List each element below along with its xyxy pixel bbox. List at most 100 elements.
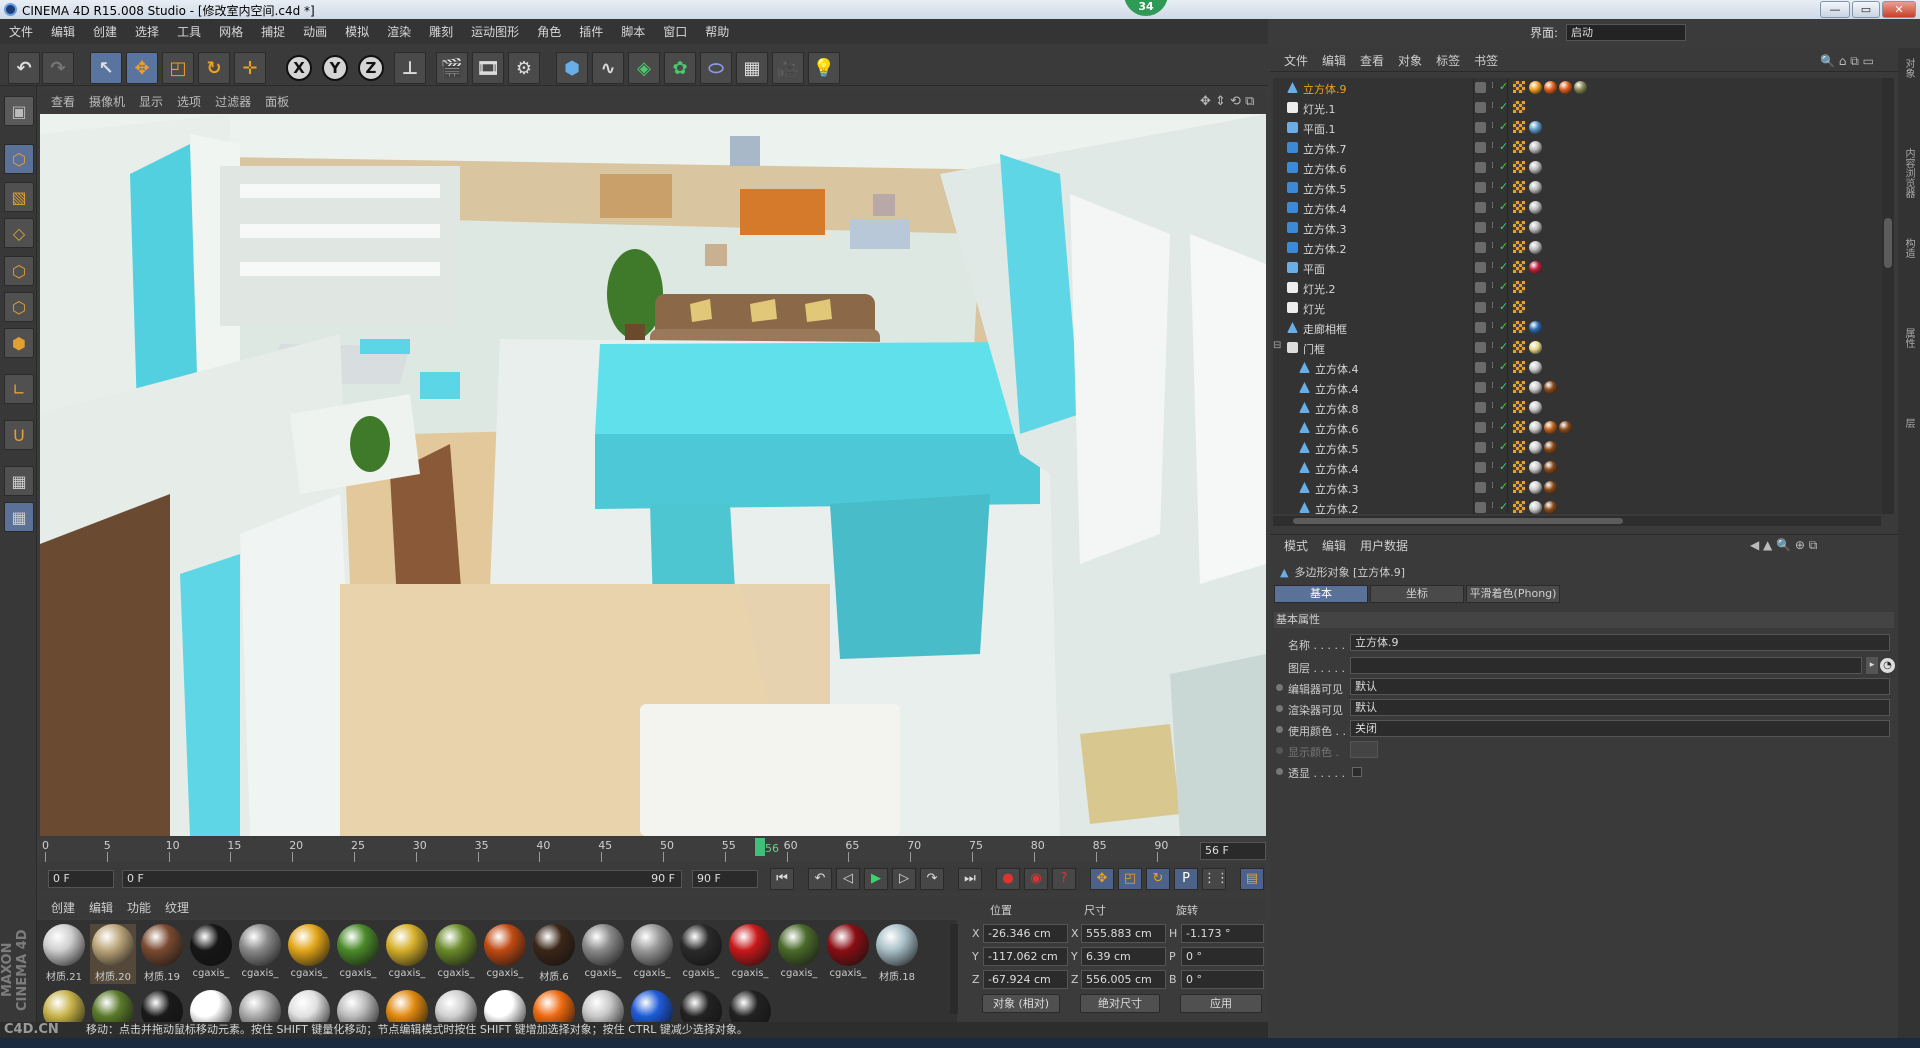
material-scrollbar[interactable] [950, 924, 958, 1014]
material-swatch[interactable]: cgaxis_ [286, 924, 332, 984]
editor-render-dots-icon[interactable]: ⁞ [1491, 141, 1494, 151]
editor-render-dots-icon[interactable]: ⁞ [1491, 401, 1494, 411]
minimize-button[interactable]: — [1820, 1, 1850, 18]
material-tag-icon[interactable] [1529, 261, 1542, 274]
object-row[interactable]: 立方体.4 ⁞ ✓ [1273, 358, 1883, 377]
editor-render-dots-icon[interactable]: ⁞ [1491, 501, 1494, 511]
layer-arrow-icon[interactable]: ▸ [1866, 657, 1878, 674]
material-tag-icon[interactable] [1544, 441, 1557, 454]
layer-visibility-icon[interactable] [1475, 322, 1486, 333]
layer-visibility-icon[interactable] [1475, 502, 1486, 513]
viewport-menu-item[interactable]: 面板 [265, 93, 289, 110]
object-row[interactable]: 立方体.2 ⁞ ✓ [1273, 498, 1883, 514]
editor-render-dots-icon[interactable]: ⁞ [1491, 321, 1494, 331]
layer-visibility-icon[interactable] [1475, 102, 1486, 113]
object-row[interactable]: 走廊相框 ⁞ ✓ [1273, 318, 1883, 337]
phong-tag-icon[interactable] [1513, 161, 1525, 173]
collapse-toggle-icon[interactable]: ⊟ [1273, 340, 1281, 351]
object-row[interactable]: 立方体.6 ⁞ ✓ [1273, 418, 1883, 437]
object-manager-menu-item[interactable]: 编辑 [1322, 52, 1346, 69]
attribute-menu-item[interactable]: 模式 [1284, 537, 1308, 554]
material-tag-icon[interactable] [1544, 481, 1557, 494]
editor-render-dots-icon[interactable]: ⁞ [1491, 241, 1494, 251]
spline-pen-icon[interactable]: ∿ [592, 52, 624, 84]
viewport-menu-item[interactable]: 显示 [139, 93, 163, 110]
material-swatch[interactable]: cgaxis_ [188, 924, 234, 984]
editor-render-dots-icon[interactable]: ⁞ [1491, 341, 1494, 351]
tab-phong[interactable]: 平滑着色(Phong) [1466, 585, 1560, 603]
model-mode-icon[interactable]: ⬡ [4, 144, 34, 174]
redo-icon[interactable]: ↷ [42, 52, 74, 84]
object-manager-menu-item[interactable]: 查看 [1360, 52, 1384, 69]
edges-mode-icon[interactable]: ⬡ [4, 292, 34, 322]
layer-visibility-icon[interactable] [1475, 142, 1486, 153]
points-mode-icon[interactable]: ⬡ [4, 256, 34, 286]
render-settings-icon[interactable]: ⚙ [508, 52, 540, 84]
menu-item[interactable]: 动画 [294, 23, 336, 40]
key-pla-icon[interactable]: ⋮⋮ [1202, 868, 1229, 890]
render-to-picture-viewer-icon[interactable]: 🎞 [472, 52, 504, 84]
menu-item[interactable]: 渲染 [378, 23, 420, 40]
editor-render-dots-icon[interactable]: ⁞ [1491, 421, 1494, 431]
rotation-field[interactable]: 0 ° [1181, 970, 1264, 989]
menu-item[interactable]: 窗口 [654, 23, 696, 40]
layer-field[interactable] [1350, 657, 1862, 674]
snap-icon[interactable]: U [4, 420, 34, 450]
attribute-menu-item[interactable]: 用户数据 [1360, 537, 1408, 554]
layer-visibility-icon[interactable] [1475, 82, 1486, 93]
rotate-icon[interactable]: ↻ [198, 52, 230, 84]
editor-render-dots-icon[interactable]: ⁞ [1491, 381, 1494, 391]
material-swatch[interactable]: 材质.20 [90, 924, 136, 984]
phong-tag-icon[interactable] [1513, 81, 1525, 93]
phong-tag-icon[interactable] [1513, 261, 1525, 273]
phong-tag-icon[interactable] [1513, 221, 1525, 233]
layer-visibility-icon[interactable] [1475, 462, 1486, 473]
menu-item[interactable]: 编辑 [42, 23, 84, 40]
keyframe-selection-icon[interactable]: ? [1052, 868, 1076, 890]
material-swatch[interactable]: cgaxis_ [727, 924, 773, 984]
material-tag-icon[interactable] [1529, 241, 1542, 254]
object-manager-menu-item[interactable]: 对象 [1398, 52, 1422, 69]
material-tag-icon[interactable] [1544, 501, 1557, 514]
position-field[interactable]: -26.346 cm [983, 924, 1068, 943]
menu-item[interactable]: 选择 [126, 23, 168, 40]
viewport-menu-item[interactable]: 选项 [177, 93, 201, 110]
editor-render-dots-icon[interactable]: ⁞ [1491, 201, 1494, 211]
layer-visibility-icon[interactable] [1475, 262, 1486, 273]
rotation-field[interactable]: -1.173 ° [1181, 924, 1264, 943]
side-tab[interactable]: 层 [1902, 418, 1916, 428]
material-menu-item[interactable]: 创建 [51, 899, 75, 916]
phong-tag-icon[interactable] [1513, 421, 1525, 433]
cloner-icon[interactable]: ✿ [664, 52, 696, 84]
object-row[interactable]: 灯光.1 ⁞ ✓ [1273, 98, 1883, 117]
object-name[interactable]: 立方体.4 [1315, 361, 1359, 377]
object-row[interactable]: 立方体.2 ⁞ ✓ [1273, 238, 1883, 257]
object-name[interactable]: 灯光.2 [1303, 281, 1336, 297]
layer-visibility-icon[interactable] [1475, 242, 1486, 253]
viewport-menu-item[interactable]: 查看 [51, 93, 75, 110]
layer-visibility-icon[interactable] [1475, 222, 1486, 233]
material-menu-item[interactable]: 功能 [127, 899, 151, 916]
menu-item[interactable]: 文件 [0, 23, 42, 40]
material-tag-icon[interactable] [1544, 461, 1557, 474]
menu-item[interactable]: 运动图形 [462, 23, 528, 40]
deformer-icon[interactable]: ⬭ [700, 52, 732, 84]
phong-tag-icon[interactable] [1513, 301, 1525, 313]
viewport-menu-item[interactable]: 过滤器 [215, 93, 251, 110]
material-swatch[interactable]: 材质.6 [531, 924, 577, 984]
layer-visibility-icon[interactable] [1475, 442, 1486, 453]
material-swatch[interactable]: 材质.18 [874, 924, 920, 984]
layer-visibility-icon[interactable] [1475, 402, 1486, 413]
editor-render-dots-icon[interactable]: ⁞ [1491, 301, 1494, 311]
rotation-field[interactable]: 0 ° [1181, 947, 1264, 966]
material-tag-icon[interactable] [1574, 81, 1587, 94]
material-tag-icon[interactable] [1529, 441, 1542, 454]
material-tag-icon[interactable] [1529, 341, 1542, 354]
position-field[interactable]: -67.924 cm [983, 970, 1068, 989]
workplane-lock-icon[interactable]: ▦ [4, 466, 34, 496]
coordinate-mode-dropdown[interactable]: 对象 (相对) [982, 994, 1060, 1013]
material-tag-icon[interactable] [1559, 81, 1572, 94]
material-swatch[interactable]: cgaxis_ [482, 924, 528, 984]
material-tag-icon[interactable] [1529, 381, 1542, 394]
3d-viewport[interactable] [40, 114, 1266, 836]
